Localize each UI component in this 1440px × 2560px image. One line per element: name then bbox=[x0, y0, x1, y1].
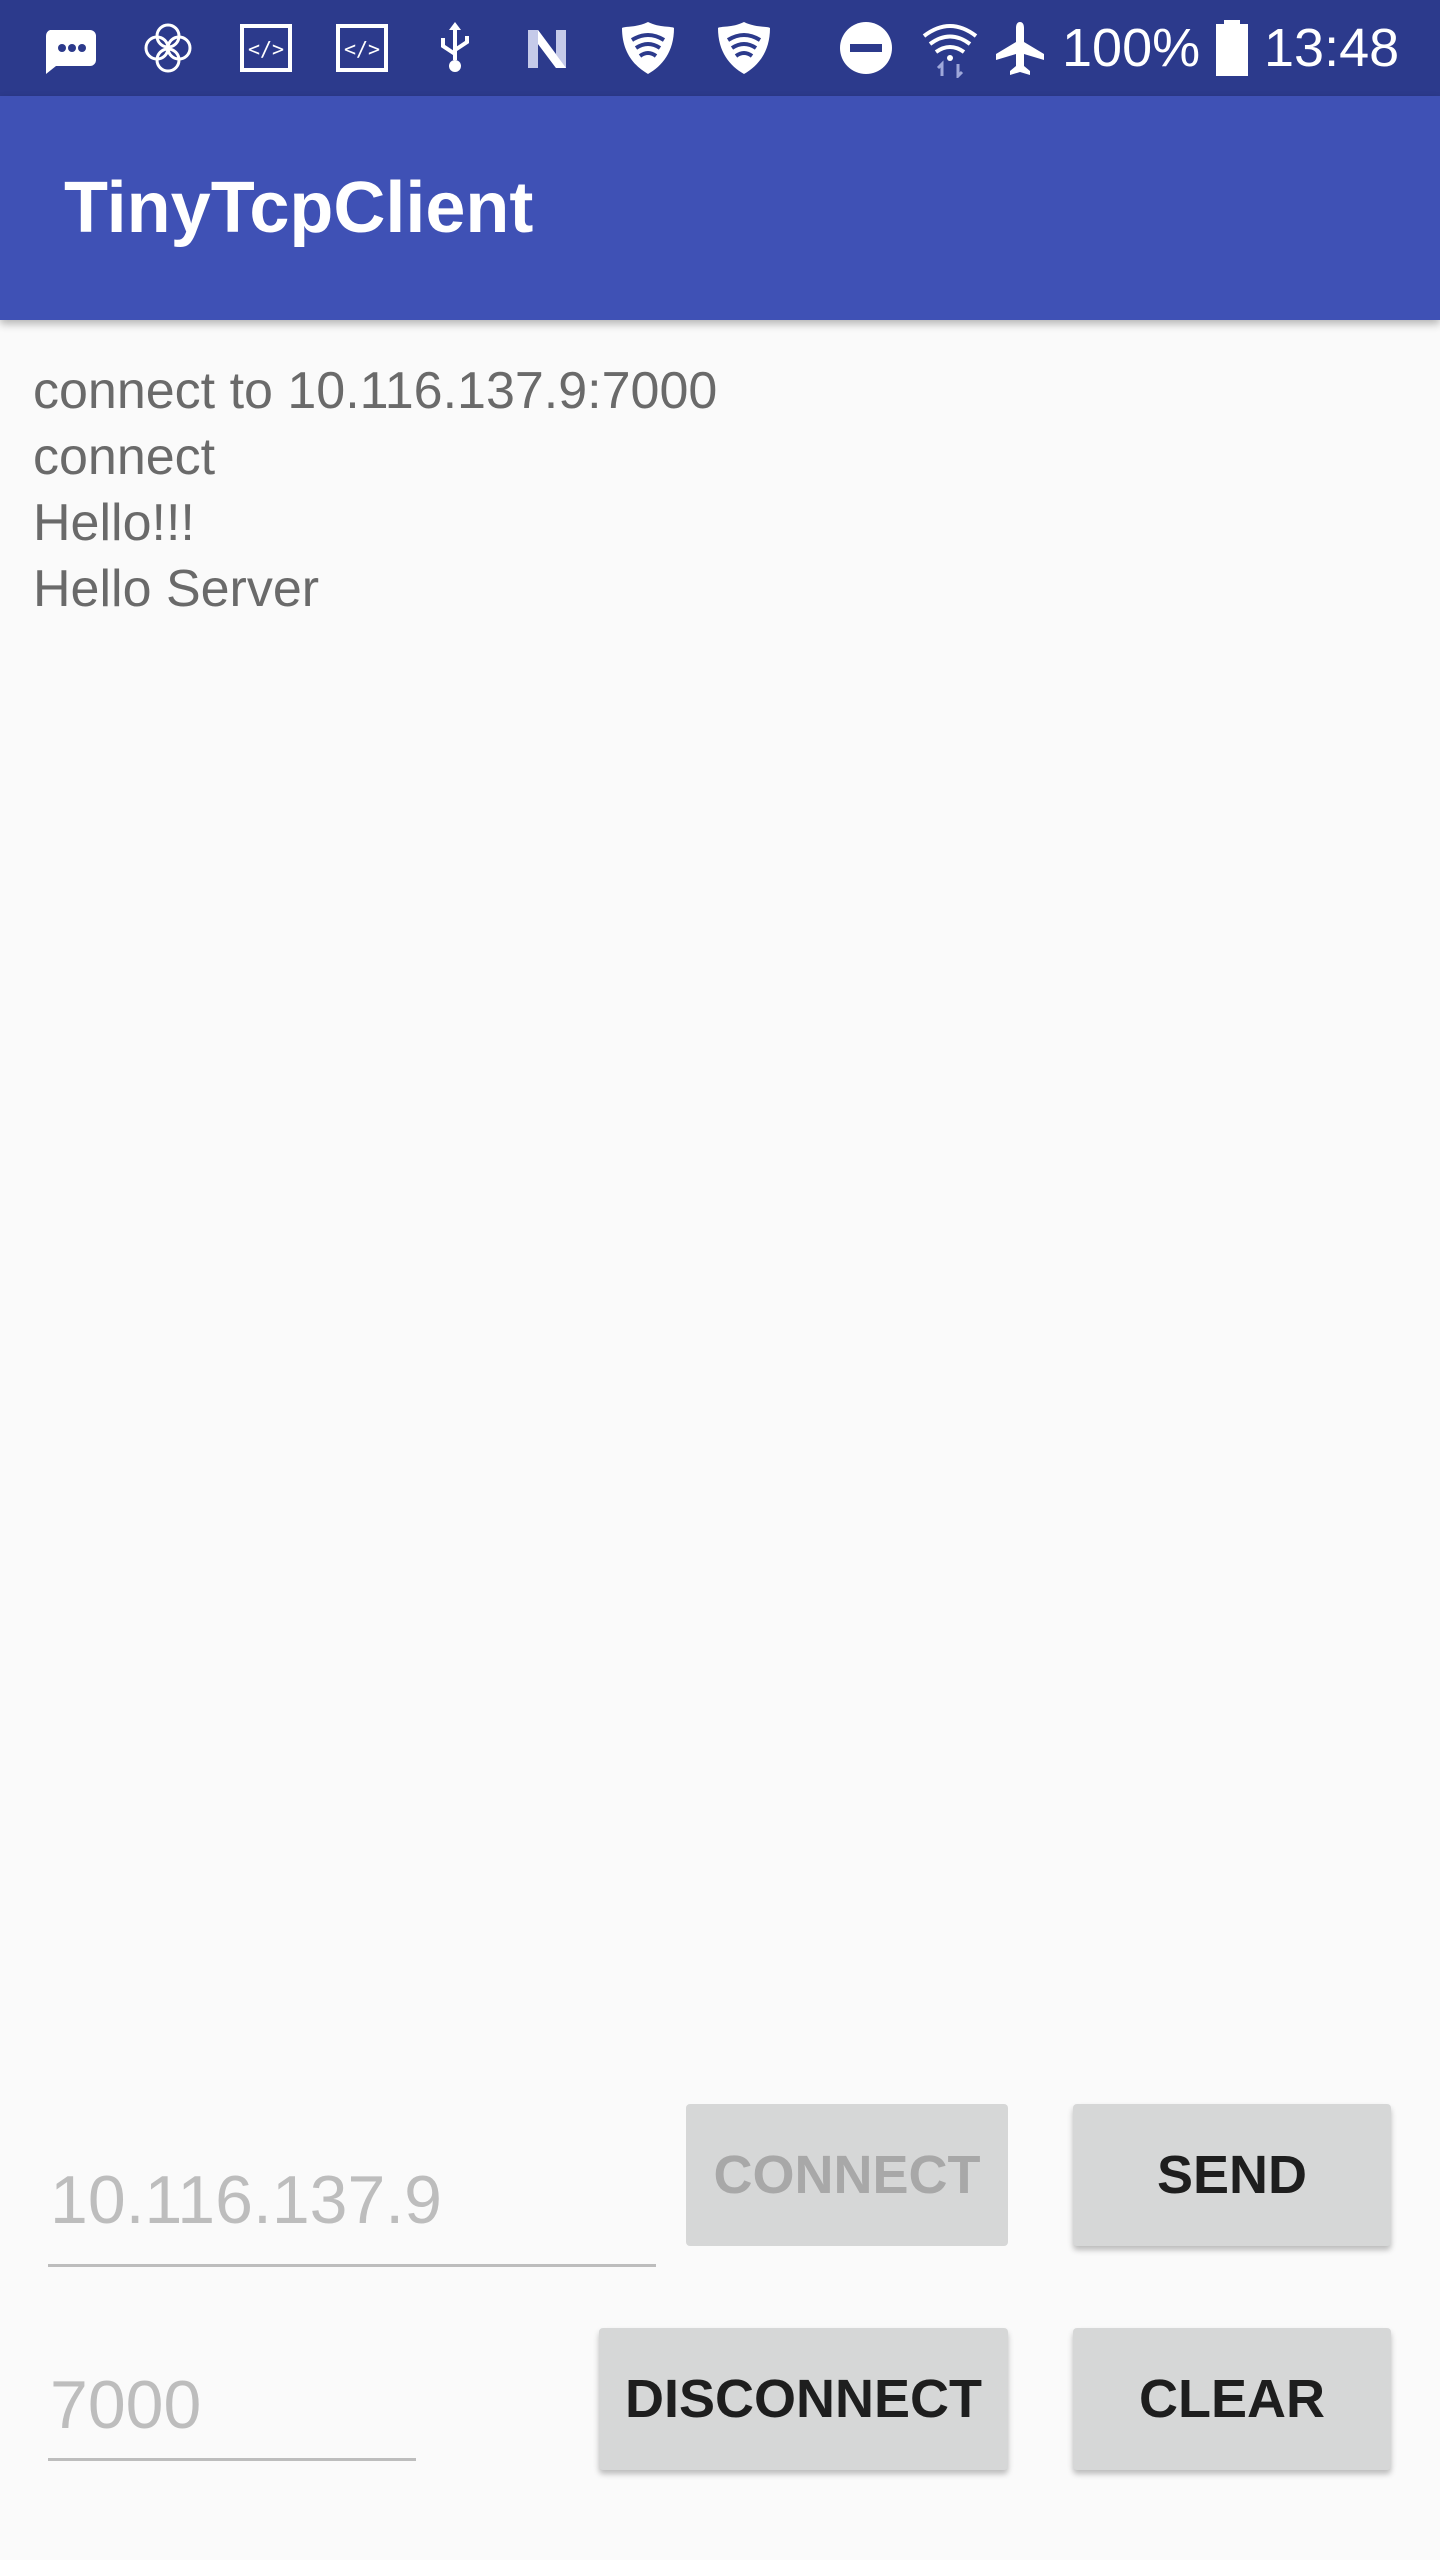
battery-percent: 100% bbox=[1062, 18, 1201, 78]
battery-icon bbox=[1216, 20, 1248, 76]
status-bar: </> </> 100% 13:48 bbox=[0, 0, 1440, 96]
n-icon bbox=[528, 30, 566, 68]
connect-button[interactable]: CONNECT bbox=[686, 2104, 1008, 2246]
messages-icon bbox=[45, 30, 96, 74]
dnd-icon bbox=[840, 22, 892, 74]
log-line: Hello!!! bbox=[33, 494, 195, 552]
code-icon: </> bbox=[240, 24, 292, 72]
log-line: Hello Server bbox=[33, 560, 320, 618]
shield-icon bbox=[622, 22, 674, 74]
usb-icon bbox=[441, 22, 469, 72]
shield-icon bbox=[718, 22, 770, 74]
port-input-underline bbox=[48, 2458, 416, 2461]
send-button[interactable]: SEND bbox=[1073, 2104, 1391, 2246]
port-input[interactable]: 7000 bbox=[50, 2365, 410, 2445]
svg-text:</>: </> bbox=[344, 37, 380, 61]
flower-icon bbox=[144, 23, 192, 73]
ip-input-underline bbox=[48, 2264, 656, 2267]
app-bar: TinyTcpClient bbox=[0, 96, 1440, 320]
clear-button[interactable]: CLEAR bbox=[1073, 2328, 1391, 2470]
airplane-icon bbox=[996, 22, 1044, 75]
log-line: connect bbox=[33, 428, 216, 486]
app-title: TinyTcpClient bbox=[64, 168, 534, 248]
message-log: connect to 10.116.137.9:7000 connect Hel… bbox=[33, 358, 1393, 622]
wifi-icon bbox=[922, 24, 978, 78]
svg-text:</>: </> bbox=[248, 37, 284, 61]
log-line: connect to 10.116.137.9:7000 bbox=[33, 362, 718, 420]
disconnect-button[interactable]: DISCONNECT bbox=[599, 2328, 1008, 2470]
clock: 13:48 bbox=[1264, 18, 1400, 78]
ip-address-input[interactable]: 10.116.137.9 bbox=[50, 2160, 650, 2240]
code-icon: </> bbox=[336, 24, 388, 72]
